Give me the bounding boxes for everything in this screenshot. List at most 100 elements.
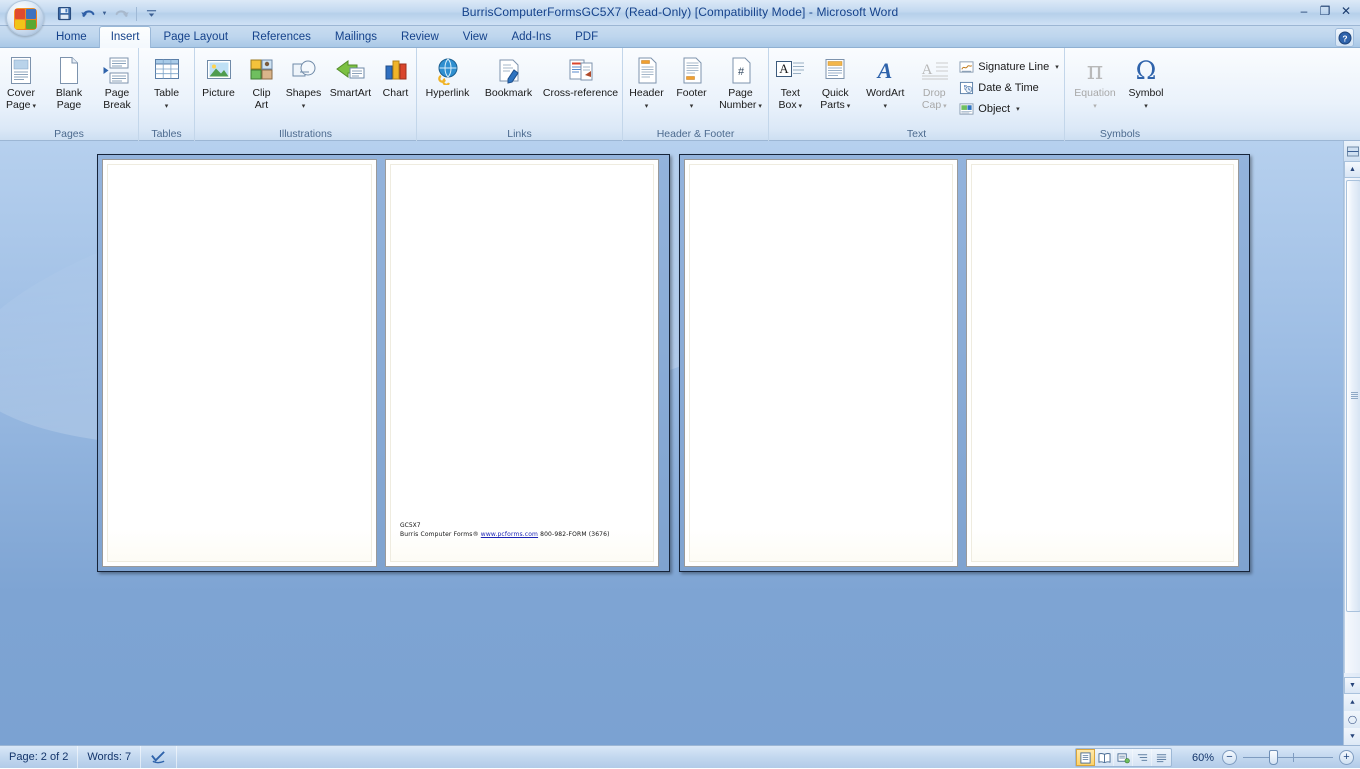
proofing-errors-button[interactable] <box>141 746 177 769</box>
text-box-icon: A <box>774 55 806 87</box>
maximize-restore-button[interactable]: ❐ <box>1315 2 1335 20</box>
minimize-button[interactable]: – <box>1294 2 1314 20</box>
footer-label: Footer <box>676 87 706 99</box>
chart-button[interactable]: Chart <box>376 51 416 101</box>
bookmark-button[interactable]: Bookmark <box>478 51 540 101</box>
object-icon <box>959 102 974 116</box>
pcforms-hyperlink[interactable]: www.pcforms.com <box>481 531 538 538</box>
office-button[interactable] <box>6 0 44 36</box>
cross-reference-button[interactable]: Cross-reference <box>540 51 622 101</box>
tab-mailings[interactable]: Mailings <box>323 26 389 48</box>
symbol-button[interactable]: Ω Symbol▾ <box>1121 51 1171 112</box>
tab-page-layout[interactable]: Page Layout <box>151 26 240 48</box>
page-break-button[interactable]: Page Break <box>93 51 141 112</box>
group-label-links: Links <box>420 127 619 141</box>
document-page-3[interactable] <box>684 159 958 567</box>
zoom-level-label[interactable]: 60% <box>1180 752 1214 764</box>
picture-button[interactable]: Picture <box>196 51 242 101</box>
zoom-in-button[interactable]: + <box>1339 750 1354 765</box>
cross-reference-label: Cross-reference <box>543 87 618 99</box>
tab-home[interactable]: Home <box>44 26 99 48</box>
close-button[interactable]: ✕ <box>1336 2 1356 20</box>
document-page-2[interactable]: GC5X7 Burris Computer Forms® www.pcforms… <box>385 159 659 567</box>
hyperlink-label: Hyperlink <box>426 87 470 99</box>
footer-prefix-text: Burris Computer Forms® <box>400 531 481 538</box>
clip-art-button[interactable]: Clip Art <box>242 51 282 112</box>
full-screen-reading-view-button[interactable] <box>1095 749 1114 766</box>
web-layout-view-button[interactable] <box>1114 749 1133 766</box>
zoom-slider-midpoint-tick <box>1293 753 1294 762</box>
scrollbar-bottom-controls: ▼ ⯅ ◯ ⯆ <box>1344 677 1360 745</box>
hyperlink-button[interactable]: Hyperlink <box>418 51 478 101</box>
clip-art-label-2: Art <box>255 99 268 111</box>
signature-line-label: Signature Line <box>978 61 1049 73</box>
outline-view-button[interactable] <box>1133 749 1152 766</box>
scroll-down-button[interactable]: ▼ <box>1344 677 1360 694</box>
tab-references[interactable]: References <box>240 26 323 48</box>
tab-review[interactable]: Review <box>389 26 451 48</box>
wordart-icon: A <box>871 55 899 87</box>
footer-suffix-text: 800-982-FORM (3676) <box>538 531 610 538</box>
undo-dropdown[interactable]: ▼ <box>100 4 109 23</box>
save-button[interactable] <box>54 4 75 23</box>
word-count-indicator[interactable]: Words: 7 <box>78 746 141 769</box>
customize-quick-access-toolbar-button[interactable] <box>141 4 162 23</box>
text-box-button[interactable]: A Text Box ▾ <box>768 51 812 112</box>
smartart-button[interactable]: SmartArt <box>326 51 376 101</box>
zoom-slider[interactable] <box>1243 750 1333 765</box>
tab-view[interactable]: View <box>451 26 500 48</box>
page-indicator[interactable]: Page: 2 of 2 <box>0 746 78 769</box>
redo-button[interactable] <box>111 4 132 23</box>
page-2-content-area: GC5X7 Burris Computer Forms® www.pcforms… <box>390 164 654 562</box>
table-button[interactable]: Table▾ <box>143 51 191 112</box>
draft-view-button[interactable] <box>1152 749 1171 766</box>
print-layout-view-button[interactable] <box>1076 749 1095 766</box>
wordart-button[interactable]: A WordArt▾ <box>858 51 912 112</box>
date-time-button[interactable]: 5 Date & Time <box>956 78 1064 99</box>
page-number-button[interactable]: # Page Number ▾ <box>714 51 768 112</box>
cover-page-icon <box>8 55 34 87</box>
previous-page-button[interactable]: ⯅ <box>1344 694 1360 711</box>
split-window-handle[interactable] <box>1344 141 1360 161</box>
shapes-button[interactable]: Shapes▾ <box>282 51 326 112</box>
page-break-label-2: Break <box>103 99 130 111</box>
zoom-out-button[interactable]: − <box>1222 750 1237 765</box>
select-browse-object-button[interactable]: ◯ <box>1344 711 1360 728</box>
text-box-label-2: Box <box>778 99 796 111</box>
svg-text:?: ? <box>1342 33 1347 43</box>
bookmark-icon <box>494 55 524 87</box>
undo-button[interactable] <box>77 4 98 23</box>
document-canvas[interactable]: GC5X7 Burris Computer Forms® www.pcforms… <box>0 141 1343 745</box>
tab-add-ins[interactable]: Add-Ins <box>499 26 563 48</box>
group-label-symbols: Symbols <box>1068 127 1172 141</box>
tab-pdf[interactable]: PDF <box>563 26 610 48</box>
object-label: Object <box>978 103 1010 115</box>
footer-button[interactable]: Footer▾ <box>670 51 714 112</box>
clip-art-label-1: Clip <box>252 87 270 99</box>
document-page-1[interactable] <box>102 159 377 567</box>
vertical-scrollbar[interactable]: ▲ ▼ ⯅ ◯ ⯆ <box>1343 141 1360 745</box>
ribbon-group-symbols: π Equation▾ Ω Symbol▾ Symbols <box>1065 48 1175 141</box>
smartart-icon <box>335 55 367 87</box>
title-bar: BurrisComputerFormsGC5X7 (Read-Only) [Co… <box>0 0 1360 26</box>
group-label-illustrations: Illustrations <box>198 127 413 141</box>
scrollbar-track[interactable] <box>1344 178 1360 673</box>
drop-cap-button: A Drop Cap ▾ <box>912 51 956 112</box>
quick-parts-button[interactable]: Quick Parts ▾ <box>812 51 858 112</box>
scrollbar-thumb[interactable] <box>1346 180 1360 612</box>
signature-line-button[interactable]: Signature Line ▾ <box>956 57 1064 78</box>
object-button[interactable]: Object ▾ <box>956 99 1064 120</box>
blank-page-label-1: Blank <box>56 87 82 99</box>
document-page-4[interactable] <box>966 159 1239 567</box>
date-time-label: Date & Time <box>978 82 1039 94</box>
ribbon: Cover Page ▾ Blank Page <box>0 48 1360 141</box>
cover-page-button[interactable]: Cover Page ▾ <box>0 51 45 112</box>
scroll-up-button[interactable]: ▲ <box>1344 161 1360 178</box>
help-icon[interactable]: ? <box>1335 28 1354 47</box>
tab-insert[interactable]: Insert <box>99 26 152 48</box>
zoom-slider-handle[interactable] <box>1269 750 1278 765</box>
table-label: Table <box>154 87 179 99</box>
blank-page-button[interactable]: Blank Page <box>45 51 93 112</box>
next-page-button[interactable]: ⯆ <box>1344 728 1360 745</box>
header-button[interactable]: Header▾ <box>624 51 670 112</box>
